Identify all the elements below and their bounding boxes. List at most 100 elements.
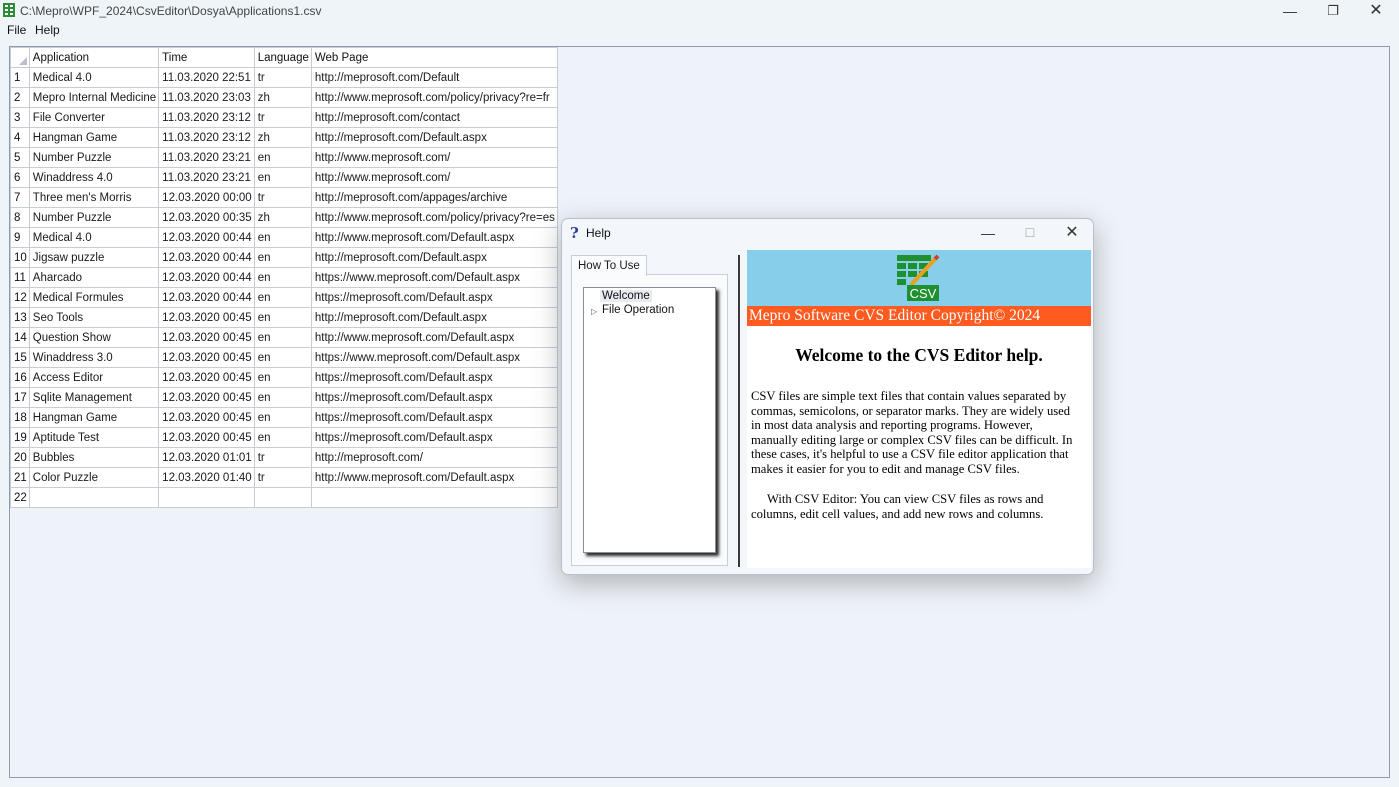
cell-time[interactable]: 12.03.2020 00:45 (158, 407, 255, 428)
column-header-time[interactable]: Time (158, 47, 255, 68)
cell-application[interactable]: Mepro Internal Medicine (28, 87, 160, 108)
cell-language[interactable]: en (253, 267, 312, 288)
cell-language[interactable]: zh (253, 127, 312, 148)
cell-language[interactable]: en (253, 427, 312, 448)
cell-web-page[interactable]: http://www.meprosoft.com/Default.aspx (310, 227, 558, 248)
cell-web-page[interactable]: http://meprosoft.com/Default.aspx (310, 127, 558, 148)
cell-time[interactable]: 12.03.2020 00:45 (158, 307, 255, 328)
cell-application[interactable]: File Converter (28, 107, 160, 128)
help-close-button[interactable]: ✕ (1051, 221, 1093, 245)
cell-time[interactable] (158, 487, 255, 508)
column-header-language[interactable]: Language (253, 47, 312, 68)
row-number[interactable]: 10 (10, 247, 30, 268)
cell-application[interactable]: Jigsaw puzzle (28, 247, 160, 268)
cell-time[interactable]: 11.03.2020 22:51 (158, 67, 255, 88)
cell-web-page[interactable]: http://meprosoft.com/Default.aspx (310, 307, 558, 328)
cell-time[interactable]: 12.03.2020 00:45 (158, 427, 255, 448)
row-number[interactable]: 8 (10, 207, 30, 228)
cell-web-page[interactable]: https://www.meprosoft.com/Default.aspx (310, 347, 558, 368)
cell-application[interactable]: Aharcado (28, 267, 160, 288)
cell-time[interactable]: 12.03.2020 00:44 (158, 267, 255, 288)
cell-web-page[interactable]: https://meprosoft.com/Default.aspx (310, 387, 558, 408)
row-number[interactable]: 7 (10, 187, 30, 208)
cell-language[interactable]: tr (253, 187, 312, 208)
cell-application[interactable]: Number Puzzle (28, 207, 160, 228)
row-number[interactable]: 9 (10, 227, 30, 248)
cell-web-page[interactable]: https://meprosoft.com/Default.aspx (310, 367, 558, 388)
expand-arrow-icon[interactable]: ▷ (591, 307, 597, 316)
cell-application[interactable]: Medical 4.0 (28, 227, 160, 248)
cell-web-page[interactable]: http://www.meprosoft.com/policy/privacy?… (310, 87, 558, 108)
cell-web-page[interactable]: http://www.meprosoft.com/Default.aspx (310, 467, 558, 488)
row-number[interactable]: 13 (10, 307, 30, 328)
cell-language[interactable]: en (253, 327, 312, 348)
cell-time[interactable]: 12.03.2020 00:45 (158, 347, 255, 368)
cell-web-page[interactable]: https://meprosoft.com/Default.aspx (310, 287, 558, 308)
cell-web-page[interactable]: https://meprosoft.com/Default.aspx (310, 427, 558, 448)
cell-application[interactable]: Number Puzzle (28, 147, 160, 168)
cell-language[interactable]: en (253, 227, 312, 248)
panel-splitter[interactable] (738, 255, 740, 567)
cell-time[interactable]: 12.03.2020 01:01 (158, 447, 255, 468)
cell-application[interactable]: Sqlite Management (28, 387, 160, 408)
row-number[interactable]: 15 (10, 347, 30, 368)
restore-button[interactable]: ❐ (1311, 0, 1355, 22)
cell-language[interactable]: en (253, 407, 312, 428)
cell-language[interactable]: tr (253, 467, 312, 488)
row-number[interactable]: 2 (10, 87, 30, 108)
menu-file[interactable]: File (7, 23, 26, 37)
cell-application[interactable]: Access Editor (28, 367, 160, 388)
cell-web-page[interactable]: http://meprosoft.com/ (310, 447, 558, 468)
cell-web-page[interactable]: http://meprosoft.com/contact (310, 107, 558, 128)
cell-language[interactable]: tr (253, 447, 312, 468)
cell-language[interactable]: en (253, 307, 312, 328)
row-number[interactable]: 19 (10, 427, 30, 448)
cell-language[interactable]: zh (253, 87, 312, 108)
cell-time[interactable]: 12.03.2020 00:45 (158, 367, 255, 388)
cell-time[interactable]: 12.03.2020 00:44 (158, 287, 255, 308)
cell-application[interactable]: Three men's Morris (28, 187, 160, 208)
cell-language[interactable]: en (253, 367, 312, 388)
row-number[interactable]: 11 (10, 267, 30, 288)
cell-time[interactable]: 12.03.2020 00:00 (158, 187, 255, 208)
row-number[interactable]: 1 (10, 67, 30, 88)
cell-time[interactable]: 12.03.2020 00:35 (158, 207, 255, 228)
cell-application[interactable]: Seo Tools (28, 307, 160, 328)
cell-language[interactable] (253, 487, 312, 508)
row-number[interactable]: 12 (10, 287, 30, 308)
cell-web-page[interactable]: http://www.meprosoft.com/ (310, 147, 558, 168)
tab-how-to-use[interactable]: How To Use (571, 255, 647, 276)
cell-application[interactable]: Winaddress 3.0 (28, 347, 160, 368)
column-header-web-page[interactable]: Web Page (310, 47, 558, 68)
tree-item-file-operation[interactable]: File Operation (602, 304, 674, 316)
row-number[interactable]: 14 (10, 327, 30, 348)
cell-language[interactable]: en (253, 387, 312, 408)
cell-time[interactable]: 12.03.2020 00:44 (158, 227, 255, 248)
cell-application[interactable]: Medical 4.0 (28, 67, 160, 88)
menu-help[interactable]: Help (35, 23, 60, 37)
row-number[interactable]: 22 (10, 487, 30, 508)
minimize-button[interactable]: — (1268, 0, 1312, 22)
cell-language[interactable]: tr (253, 107, 312, 128)
column-header-application[interactable]: Application (28, 47, 160, 68)
cell-time[interactable]: 12.03.2020 00:45 (158, 387, 255, 408)
cell-language[interactable]: en (253, 347, 312, 368)
cell-time[interactable]: 12.03.2020 00:45 (158, 327, 255, 348)
close-button[interactable]: ✕ (1354, 0, 1398, 22)
cell-web-page[interactable]: https://www.meprosoft.com/Default.aspx (310, 267, 558, 288)
row-number[interactable]: 17 (10, 387, 30, 408)
cell-application[interactable]: Bubbles (28, 447, 160, 468)
row-number[interactable]: 5 (10, 147, 30, 168)
cell-web-page[interactable]: http://meprosoft.com/appages/archive (310, 187, 558, 208)
row-number[interactable]: 16 (10, 367, 30, 388)
row-number[interactable]: 18 (10, 407, 30, 428)
cell-web-page[interactable] (310, 487, 558, 508)
cell-language[interactable]: zh (253, 207, 312, 228)
tree-item-welcome[interactable]: Welcome (600, 290, 652, 302)
row-number[interactable]: 6 (10, 167, 30, 188)
row-number[interactable]: 21 (10, 467, 30, 488)
cell-application[interactable]: Hangman Game (28, 127, 160, 148)
row-number[interactable]: 20 (10, 447, 30, 468)
cell-time[interactable]: 11.03.2020 23:03 (158, 87, 255, 108)
cell-language[interactable]: en (253, 287, 312, 308)
